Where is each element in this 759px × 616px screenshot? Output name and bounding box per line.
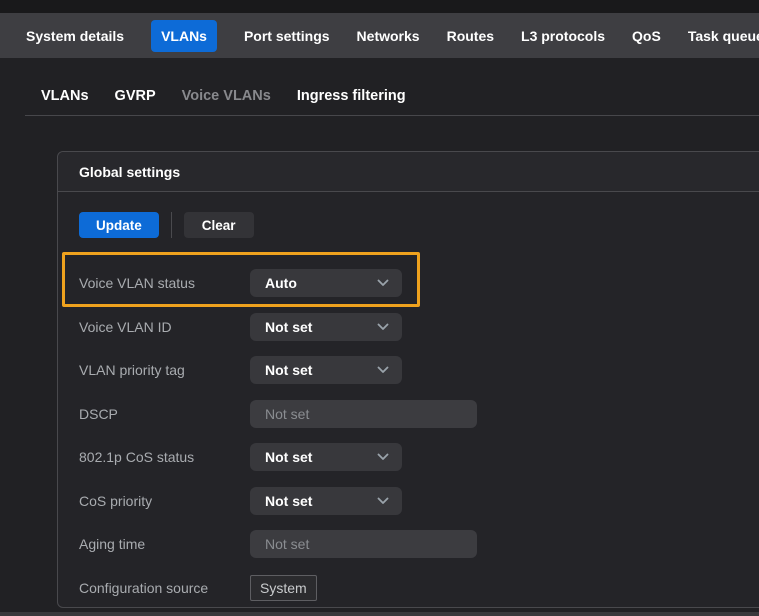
action-buttons-row: Update Clear xyxy=(79,212,759,238)
form-row-dscp: DSCP Not set xyxy=(79,400,759,428)
panel-header: Global settings xyxy=(58,152,759,192)
chevron-down-icon xyxy=(377,366,389,374)
field-label: CoS priority xyxy=(79,493,250,509)
subtab-voice-vlans[interactable]: Voice VLANs xyxy=(182,88,271,104)
select-value: Not set xyxy=(265,362,312,378)
secondary-tabs: VLANs GVRP Voice VLANs Ingress filtering xyxy=(41,80,406,112)
clear-button[interactable]: Clear xyxy=(184,212,254,238)
subtab-ingress-filtering[interactable]: Ingress filtering xyxy=(297,88,406,104)
cos-priority-select[interactable]: Not set xyxy=(250,487,402,515)
cos-status-select[interactable]: Not set xyxy=(250,443,402,471)
field-label: VLAN priority tag xyxy=(79,362,250,378)
nav-tab-routes[interactable]: Routes xyxy=(447,20,494,52)
form-row-aging-time: Aging time Not set xyxy=(79,530,759,558)
nav-tab-vlans[interactable]: VLANs xyxy=(151,20,217,52)
select-value: Auto xyxy=(265,275,297,291)
nav-tab-task-queue[interactable]: Task queue xyxy=(688,20,759,52)
form-row-8021p-cos-status: 802.1p CoS status Not set xyxy=(79,443,759,471)
subtab-vlans[interactable]: VLANs xyxy=(41,88,89,104)
select-value: Not set xyxy=(265,319,312,335)
nav-tab-l3-protocols[interactable]: L3 protocols xyxy=(521,20,605,52)
subtab-gvrp[interactable]: GVRP xyxy=(115,88,156,104)
voice-vlan-status-select[interactable]: Auto xyxy=(250,269,402,297)
field-label: 802.1p CoS status xyxy=(79,449,250,465)
form-row-vlan-priority-tag: VLAN priority tag Not set xyxy=(79,356,759,384)
main-navigation: System details VLANs Port settings Netwo… xyxy=(0,13,759,58)
top-strip xyxy=(0,0,759,13)
voice-vlan-id-select[interactable]: Not set xyxy=(250,313,402,341)
tabs-divider xyxy=(25,115,759,116)
chevron-down-icon xyxy=(377,453,389,461)
field-label: Voice VLAN ID xyxy=(79,319,250,335)
select-value: Not set xyxy=(265,449,312,465)
nav-tab-qos[interactable]: QoS xyxy=(632,20,661,52)
select-value: Not set xyxy=(265,493,312,509)
chevron-down-icon xyxy=(377,323,389,331)
global-settings-panel: Global settings Update Clear Voice VLAN … xyxy=(57,151,759,608)
panel-title: Global settings xyxy=(79,164,180,180)
update-button[interactable]: Update xyxy=(79,212,159,238)
button-divider xyxy=(171,212,172,238)
nav-tab-system-details[interactable]: System details xyxy=(26,20,124,52)
chevron-down-icon xyxy=(377,497,389,505)
nav-tab-port-settings[interactable]: Port settings xyxy=(244,20,330,52)
badge-value: System xyxy=(260,580,307,596)
form-row-cos-priority: CoS priority Not set xyxy=(79,487,759,515)
configuration-source-badge: System xyxy=(250,575,317,601)
field-label: Voice VLAN status xyxy=(79,275,250,291)
aging-time-input: Not set xyxy=(250,530,477,558)
vlan-priority-tag-select[interactable]: Not set xyxy=(250,356,402,384)
dscp-input: Not set xyxy=(250,400,477,428)
input-value: Not set xyxy=(265,536,309,552)
form-row-voice-vlan-status: Voice VLAN status Auto xyxy=(79,269,759,297)
form-row-voice-vlan-id: Voice VLAN ID Not set xyxy=(79,313,759,341)
input-value: Not set xyxy=(265,406,309,422)
chevron-down-icon xyxy=(377,279,389,287)
panel-body: Update Clear Voice VLAN status Auto Voic… xyxy=(58,192,759,602)
field-label: Aging time xyxy=(79,536,250,552)
bottom-strip xyxy=(0,612,759,616)
field-label: Configuration source xyxy=(79,580,250,596)
form-row-configuration-source: Configuration source System xyxy=(79,574,759,602)
nav-tab-networks[interactable]: Networks xyxy=(357,20,420,52)
field-label: DSCP xyxy=(79,406,250,422)
